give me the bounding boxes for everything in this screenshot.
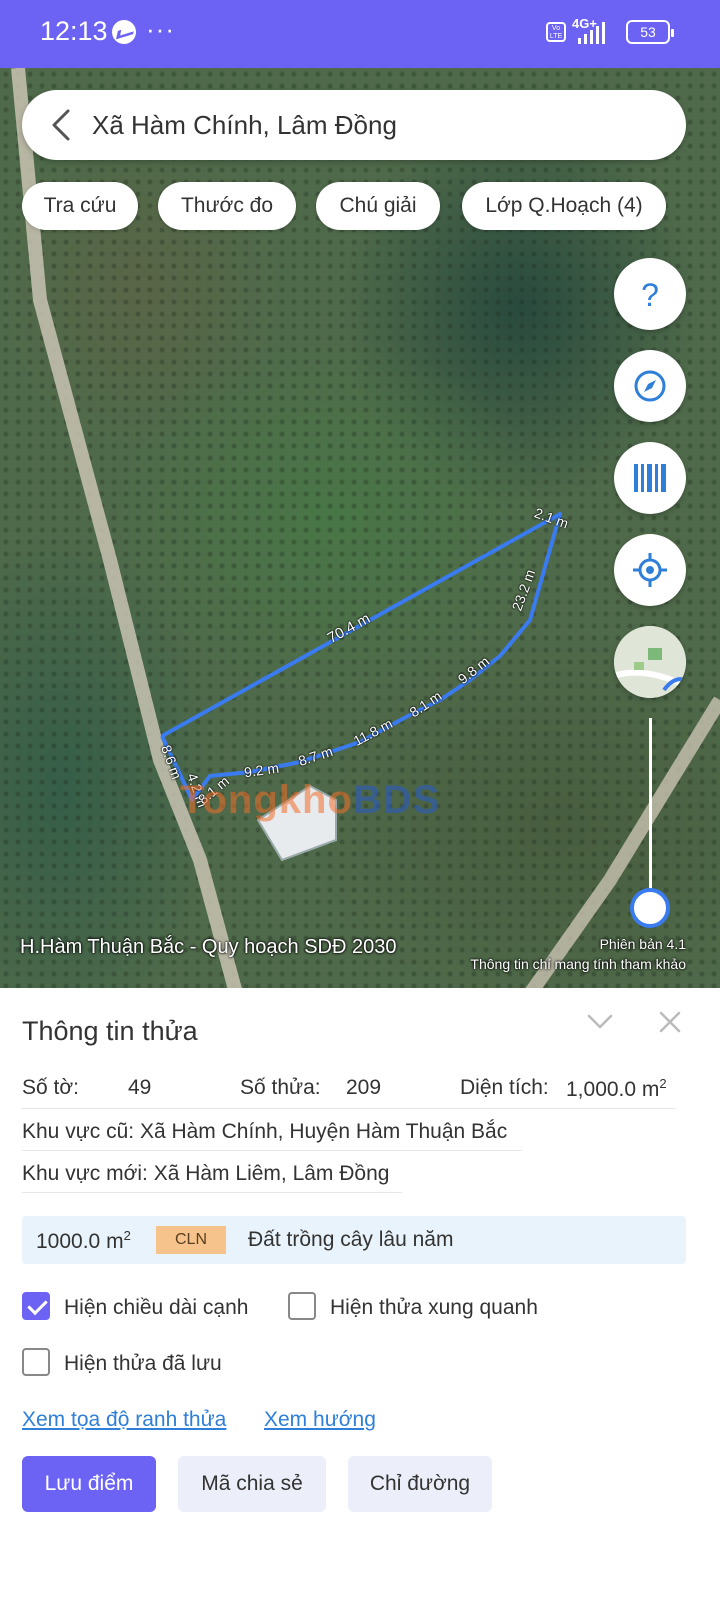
question-icon: ? bbox=[641, 277, 659, 312]
chevron-down-icon[interactable] bbox=[586, 1012, 614, 1032]
help-button[interactable]: ? bbox=[614, 258, 686, 330]
so-to-value: 49 bbox=[128, 1076, 152, 1099]
barcode-button[interactable] bbox=[614, 442, 686, 514]
divider bbox=[22, 1192, 402, 1193]
location-search-bar[interactable]: Xã Hàm Chính, Lâm Đồng bbox=[22, 90, 686, 160]
khu-vuc-moi: Khu vực mới: Xã Hàm Liêm, Lâm Đồng bbox=[22, 1162, 390, 1185]
directions-button[interactable]: Chỉ đường bbox=[348, 1456, 492, 1512]
compass-icon bbox=[634, 370, 666, 402]
opacity-slider-handle[interactable] bbox=[630, 888, 670, 928]
chip-chu-giai[interactable]: Chú giải bbox=[316, 182, 440, 230]
watermark-suffix: BDS bbox=[352, 778, 441, 822]
dien-tich-value: 1,000.0 m2 bbox=[566, 1076, 667, 1102]
so-to-label: Số tờ: bbox=[22, 1076, 79, 1099]
location-title: Xã Hàm Chính, Lâm Đồng bbox=[92, 110, 397, 140]
area-unit-sup: 2 bbox=[659, 1076, 667, 1091]
checkbox-show-edge-length[interactable] bbox=[22, 1292, 50, 1320]
divider bbox=[22, 1150, 522, 1151]
close-icon[interactable] bbox=[658, 1010, 682, 1034]
checkbox-show-neighbors[interactable] bbox=[288, 1292, 316, 1320]
crosshair-icon bbox=[633, 553, 667, 587]
messenger-icon bbox=[112, 20, 136, 44]
back-arrow-icon[interactable] bbox=[48, 108, 78, 142]
land-area-number: 1000.0 m bbox=[36, 1230, 124, 1253]
volte-icon: Vo LTE bbox=[546, 22, 566, 42]
version-label: Phiên bản 4.1 bbox=[599, 936, 686, 952]
view-boundary-coords-link[interactable]: Xem tọa độ ranh thửa bbox=[22, 1408, 226, 1432]
khu-vuc-cu: Khu vực cũ: Xã Hàm Chính, Huyện Hàm Thuậ… bbox=[22, 1120, 508, 1143]
map-type-button[interactable] bbox=[614, 626, 686, 698]
land-area-sup: 2 bbox=[123, 1228, 131, 1243]
panel-title: Thông tin thửa bbox=[22, 1016, 198, 1046]
dien-tich-label: Diện tích: bbox=[460, 1076, 549, 1099]
checkbox-show-edge-length-label[interactable]: Hiện chiều dài cạnh bbox=[64, 1296, 248, 1320]
watermark-prefix: Tongkho bbox=[180, 778, 353, 822]
save-point-button[interactable]: Lưu điểm bbox=[22, 1456, 156, 1512]
signal-icon bbox=[578, 22, 605, 44]
land-code-badge: CLN bbox=[156, 1226, 226, 1254]
compass-button[interactable] bbox=[614, 350, 686, 422]
svg-text:?: ? bbox=[641, 277, 659, 312]
disclaimer-label: Thông tin chỉ mang tính tham khảo bbox=[470, 956, 686, 972]
map-thumbnail-icon bbox=[614, 626, 686, 698]
view-direction-link[interactable]: Xem hướng bbox=[264, 1408, 376, 1432]
land-use-row: 1000.0 m2 CLN Đất trồng cây lâu năm bbox=[22, 1216, 686, 1264]
share-code-button[interactable]: Mã chia sẻ bbox=[178, 1456, 326, 1512]
watermark: TongkhoBDS bbox=[180, 778, 440, 823]
land-use-desc: Đất trồng cây lâu năm bbox=[248, 1228, 454, 1251]
so-thua-value: 209 bbox=[346, 1076, 382, 1099]
dien-tich-number: 1,000.0 m bbox=[566, 1078, 660, 1101]
more-notifications-icon: ··· bbox=[146, 14, 175, 44]
battery-icon: 53 bbox=[626, 20, 674, 44]
land-area: 1000.0 m2 bbox=[36, 1228, 131, 1254]
opacity-slider-track[interactable] bbox=[649, 718, 652, 908]
status-time: 12:13 bbox=[40, 16, 108, 46]
chip-lop-quy-hoach[interactable]: Lớp Q.Hoạch (4) bbox=[462, 182, 666, 230]
checkbox-show-saved[interactable] bbox=[22, 1348, 50, 1376]
chip-thuoc-do[interactable]: Thước đo bbox=[158, 182, 296, 230]
plan-layer-label: H.Hàm Thuận Bắc - Quy hoạch SDĐ 2030 bbox=[20, 936, 397, 958]
checkbox-show-neighbors-label[interactable]: Hiện thửa xung quanh bbox=[330, 1296, 538, 1320]
chip-tra-cuu[interactable]: Tra cứu bbox=[22, 182, 138, 230]
so-thua-label: Số thửa: bbox=[240, 1076, 321, 1099]
checkbox-show-saved-label[interactable]: Hiện thửa đã lưu bbox=[64, 1352, 222, 1376]
barcode-icon bbox=[634, 464, 666, 492]
divider bbox=[22, 1108, 676, 1109]
map-info: Phiên bản 4.1 Thông tin chỉ mang tính th… bbox=[470, 934, 686, 974]
locate-me-button[interactable] bbox=[614, 534, 686, 606]
status-bar: 12:13 ··· Vo LTE 4G+ 53 bbox=[0, 0, 720, 68]
